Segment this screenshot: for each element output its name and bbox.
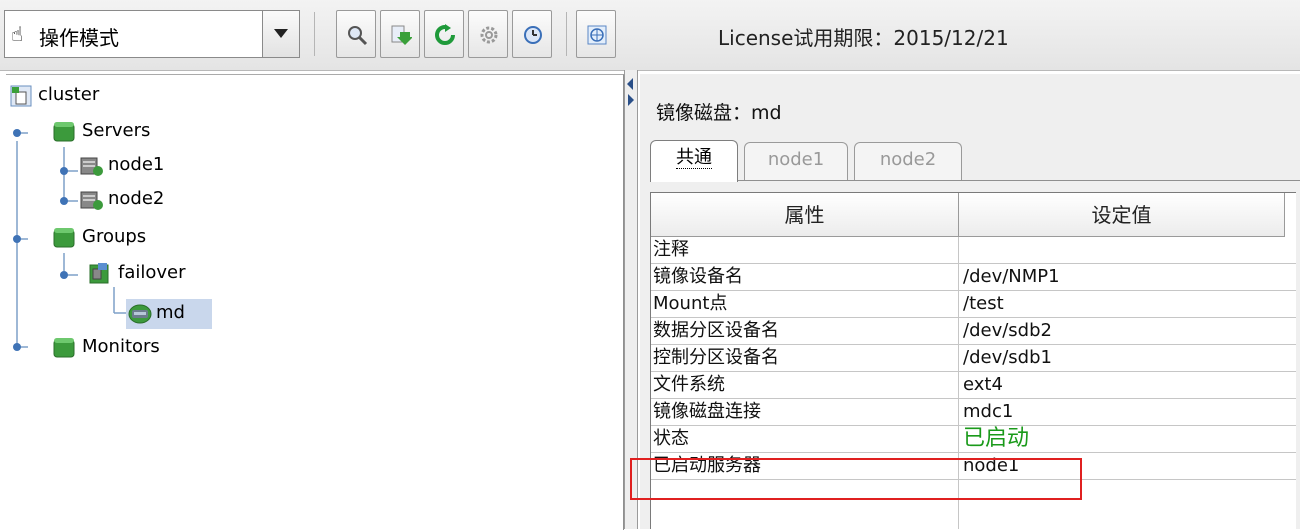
expand-right-icon[interactable] <box>628 94 634 106</box>
table-row[interactable]: 状态 已启动 <box>651 426 1296 453</box>
magnifier-icon <box>348 26 368 46</box>
folder-green-icon <box>53 338 75 358</box>
toolbar-separator <box>314 12 315 56</box>
tree-label: Groups <box>82 226 147 247</box>
globe-icon <box>587 25 607 45</box>
value-cell: /dev/NMP1 <box>963 266 1060 287</box>
tree-label: cluster <box>38 84 100 105</box>
tab-label: node2 <box>879 149 937 170</box>
tree-label: node2 <box>108 188 165 209</box>
gear-icon <box>480 26 498 44</box>
server-icon <box>80 191 103 210</box>
header-property[interactable]: 属性 <box>651 193 959 237</box>
value-cell: ext4 <box>963 374 1003 395</box>
value-cell <box>963 237 1283 263</box>
download-arrow-icon <box>391 25 412 45</box>
tree-label: Monitors <box>82 336 160 357</box>
tab-bar: 共通 node1 node2 <box>650 140 1300 184</box>
mode-dropdown[interactable]: ☝ 操作模式 <box>4 10 300 58</box>
detail-title: 镜像磁盘：md <box>656 102 782 124</box>
table-row[interactable]: 文件系统 ext4 <box>651 372 1296 399</box>
property-cell: 数据分区设备名 <box>653 320 779 341</box>
property-cell: 控制分区设备名 <box>653 347 779 368</box>
folder-green-icon <box>53 122 75 142</box>
value-cell: /dev/sdb2 <box>963 320 1052 341</box>
mirror-disk-icon <box>128 304 152 324</box>
tab-node1[interactable]: node1 <box>744 142 848 180</box>
folder-green-icon <box>53 228 75 248</box>
tab-common[interactable]: 共通 <box>650 140 738 182</box>
mode-label: 操作模式 <box>39 26 119 50</box>
cluster-icon <box>10 85 32 107</box>
toolbar: ☝ 操作模式 License试用期限：2015/12/21 <box>0 0 1300 71</box>
status-highlight-box <box>630 458 1082 500</box>
property-cell: 注释 <box>653 239 689 260</box>
property-cell: 镜像磁盘连接 <box>653 401 761 422</box>
value-cell: /dev/sdb1 <box>963 347 1052 368</box>
value-cell: 已启动 <box>963 426 1030 451</box>
toolbar-separator <box>566 12 567 56</box>
refresh-icon <box>435 24 455 45</box>
table-row[interactable]: 控制分区设备名/dev/sdb1 <box>651 345 1296 372</box>
cluster-tree: cluster Servers node1 node2 Groups failo… <box>6 74 624 530</box>
tab-node2[interactable]: node2 <box>854 142 962 180</box>
table-row[interactable]: 数据分区设备名/dev/sdb2 <box>651 318 1296 345</box>
table-row[interactable]: Mount点/test <box>651 291 1296 318</box>
table-row[interactable]: 注释 <box>651 237 1296 264</box>
tab-divider-line <box>650 180 1300 181</box>
property-cell: 状态 <box>653 428 689 449</box>
property-cell: Mount点 <box>653 293 728 314</box>
hand-icon: ☝ <box>11 22 24 46</box>
settings-button[interactable] <box>468 10 508 58</box>
property-cell: 镜像设备名 <box>653 266 743 287</box>
search-button[interactable] <box>336 10 376 58</box>
clock-icon <box>524 26 542 44</box>
property-cell: 文件系统 <box>653 374 725 395</box>
tab-label: node1 <box>767 149 825 170</box>
tree-label: node1 <box>108 154 165 175</box>
header-value[interactable]: 设定值 <box>959 193 1285 237</box>
refresh-button[interactable] <box>424 10 464 58</box>
import-button[interactable] <box>380 10 420 58</box>
value-cell: /test <box>963 293 1004 314</box>
tree-label: failover <box>118 262 186 283</box>
table-row[interactable]: 镜像设备名/dev/NMP1 <box>651 264 1296 291</box>
server-icon <box>80 157 103 176</box>
clock-button[interactable] <box>512 10 552 58</box>
collapse-left-icon[interactable] <box>627 78 633 90</box>
dropdown-arrow-button[interactable] <box>262 11 299 57</box>
tree-label: Servers <box>82 120 151 141</box>
tree-label: md <box>156 302 185 323</box>
chevron-down-icon <box>274 29 288 38</box>
tab-label: 共通 <box>676 147 712 169</box>
license-text: License试用期限：2015/12/21 <box>718 26 1009 50</box>
table-row[interactable]: 镜像磁盘连接 mdc1 <box>651 399 1296 426</box>
failover-group-icon <box>89 263 109 284</box>
globe-button[interactable] <box>576 10 616 58</box>
value-cell: mdc1 <box>963 401 1014 422</box>
